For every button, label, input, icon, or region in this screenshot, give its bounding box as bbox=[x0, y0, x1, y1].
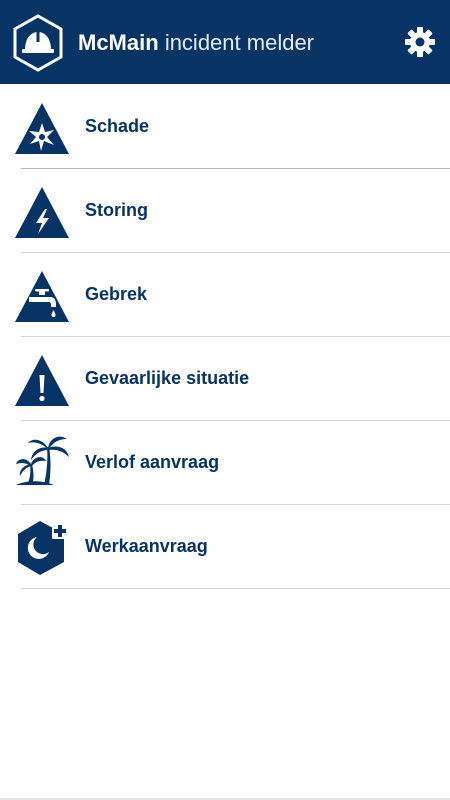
menu-item-gebrek[interactable]: Gebrek bbox=[0, 253, 450, 337]
menu-item-storing[interactable]: Storing bbox=[0, 169, 450, 253]
hard-hat-hexagon-icon bbox=[12, 14, 64, 72]
menu-item-gevaarlijke-situatie[interactable]: Gevaarlijke situatie bbox=[0, 337, 450, 421]
lightning-warning-icon bbox=[14, 185, 70, 239]
menu-item-label: Werkaanvraag bbox=[85, 536, 208, 556]
menu-item-werkaanvraag[interactable]: Werkaanvraag bbox=[0, 505, 450, 589]
app-screen: McMain incident melder Schade Storing Ge… bbox=[0, 0, 450, 800]
settings-button[interactable] bbox=[404, 26, 436, 58]
app-header: McMain incident melder bbox=[0, 0, 450, 84]
menu-item-verlof-aanvraag[interactable]: Verlof aanvraag bbox=[0, 421, 450, 505]
menu-item-label: Gevaarlijke situatie bbox=[85, 368, 250, 388]
menu-item-schade[interactable]: Schade bbox=[0, 85, 450, 169]
faucet-warning-icon bbox=[14, 269, 70, 323]
gear-icon bbox=[405, 27, 435, 57]
menu-item-label: Gebrek bbox=[85, 284, 148, 304]
menu-item-label: Storing bbox=[85, 200, 148, 220]
incident-menu: Schade Storing Gebrek Gevaarlijke situat… bbox=[0, 85, 450, 589]
menu-item-label: Verlof aanvraag bbox=[85, 452, 220, 472]
divider bbox=[21, 588, 450, 589]
damage-warning-icon bbox=[14, 101, 70, 155]
app-title: McMain incident melder bbox=[78, 29, 314, 57]
app-title-subtitle: incident melder bbox=[164, 30, 314, 55]
palm-trees-icon bbox=[14, 436, 70, 491]
exclamation-warning-icon bbox=[14, 353, 70, 407]
menu-item-label: Schade bbox=[85, 116, 150, 136]
hexagon-moon-plus-icon bbox=[14, 521, 70, 575]
app-title-brand: McMain bbox=[78, 30, 159, 55]
